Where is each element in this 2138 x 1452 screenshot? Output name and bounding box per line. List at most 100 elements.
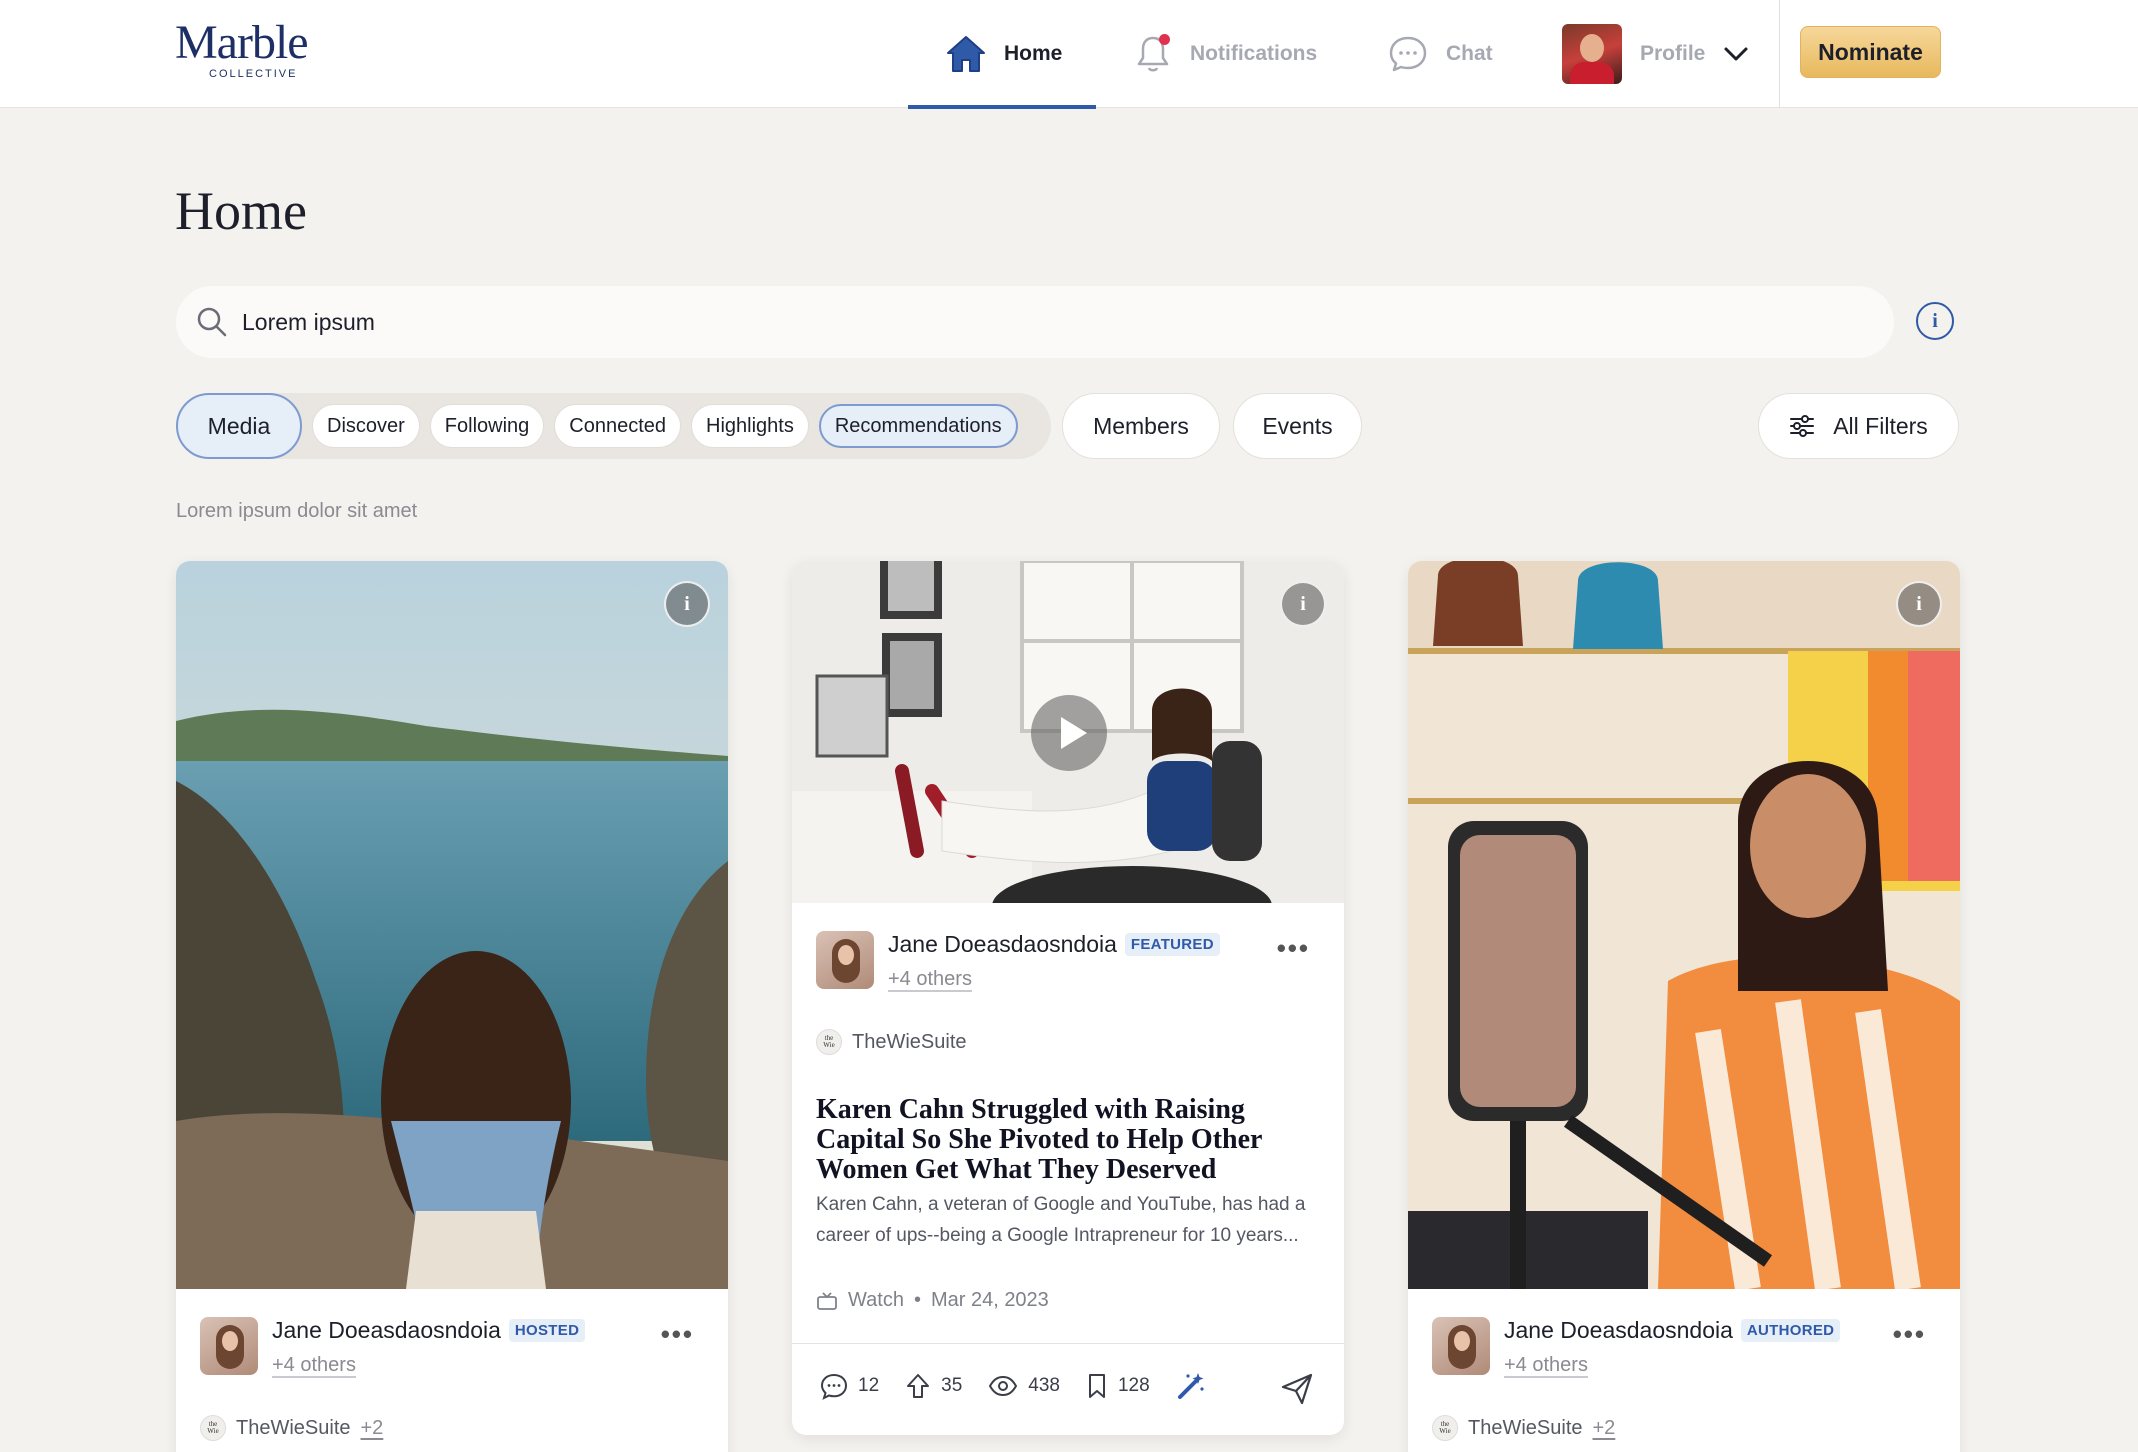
content-type-tabs: Media Discover Following Connected Highl…: [176, 393, 1051, 459]
publish-date: Mar 24, 2023: [930, 1289, 1049, 1311]
chat-icon: [1389, 36, 1427, 72]
meta-separator: •: [913, 1289, 921, 1311]
nav-chat[interactable]: Chat: [1388, 0, 1493, 108]
profile-avatar: [1562, 24, 1622, 84]
source-logo-icon: the Wie: [1432, 1415, 1458, 1441]
bookmark-icon: [1088, 1374, 1105, 1398]
upvote-button[interactable]: 35: [905, 1372, 962, 1400]
article-headline[interactable]: Karen Cahn Struggled with Raising Capita…: [816, 1095, 1326, 1185]
status-badge: AUTHORED: [1740, 1319, 1841, 1342]
more-icon[interactable]: •••: [1277, 933, 1310, 964]
chevron-down-icon[interactable]: [1723, 46, 1749, 62]
source-extra[interactable]: +2: [1593, 1417, 1616, 1440]
tab-media[interactable]: Media: [176, 393, 302, 459]
info-icon[interactable]: i: [1916, 302, 1954, 340]
top-nav: Marble COLLECTIVE Home Notifications Cha…: [0, 0, 2138, 109]
brand-name: Marble: [175, 16, 309, 69]
info-icon[interactable]: i: [1280, 581, 1326, 627]
nav-chat-label: Chat: [1446, 42, 1493, 65]
view-count: 438: [1028, 1375, 1060, 1396]
others-link[interactable]: +4 others: [1504, 1354, 1840, 1377]
upvote-count: 35: [941, 1375, 963, 1396]
source-name[interactable]: TheWieSuite: [1468, 1417, 1583, 1440]
article-meta: Watch • Mar 24, 2023: [816, 1289, 1049, 1312]
author-name[interactable]: Jane Doeasdaosndoia: [272, 1317, 501, 1344]
upvote-icon: [907, 1374, 930, 1398]
save-count: 128: [1117, 1375, 1150, 1396]
card-actions: 12 35 438 128: [820, 1371, 1206, 1401]
all-filters-button[interactable]: All Filters: [1758, 393, 1959, 459]
info-icon[interactable]: i: [664, 581, 710, 627]
comment-icon: [820, 1373, 848, 1400]
brand-subtitle: COLLECTIVE: [209, 68, 298, 80]
search-icon: [197, 307, 227, 337]
author-name[interactable]: Jane Doeasdaosndoia: [888, 931, 1117, 958]
nav-profile-label: Profile: [1640, 42, 1706, 65]
filter-icon: [1790, 415, 1815, 437]
nav-home-label: Home: [1004, 42, 1063, 65]
info-icon[interactable]: i: [1896, 581, 1942, 627]
source-row[interactable]: the Wie TheWieSuite +2: [1432, 1415, 1615, 1441]
avatar[interactable]: [816, 931, 874, 989]
media-card[interactable]: i Jane Doeasdaosndoia HOSTED +4 others •…: [176, 561, 728, 1452]
author-name[interactable]: Jane Doeasdaosndoia: [1504, 1317, 1733, 1344]
chip-connected[interactable]: Connected: [554, 404, 682, 448]
others-link[interactable]: +4 others: [272, 1354, 585, 1377]
comment-button[interactable]: 12: [820, 1372, 879, 1400]
page-title: Home: [175, 181, 307, 241]
author-row[interactable]: Jane Doeasdaosndoia FEATURED +4 others: [816, 931, 1220, 991]
others-link[interactable]: +4 others: [888, 968, 1220, 991]
source-extra[interactable]: +2: [361, 1417, 384, 1440]
media-card[interactable]: i Jane Doeasdaosndoia AUTHORED +4 others…: [1408, 561, 1960, 1452]
views-indicator: 438: [988, 1374, 1060, 1398]
tab-members[interactable]: Members: [1062, 393, 1220, 459]
media-card[interactable]: i Jane Doeasdaosndoia FEATURED +4 others…: [792, 561, 1344, 1435]
status-badge: FEATURED: [1124, 933, 1220, 956]
search-bar[interactable]: Lorem ipsum: [176, 286, 1894, 358]
home-icon: [947, 36, 985, 72]
article-description: Karen Cahn, a veteran of Google and YouT…: [816, 1194, 1306, 1246]
card-image[interactable]: i: [176, 561, 728, 1289]
search-input[interactable]: Lorem ipsum: [242, 309, 375, 336]
nav-divider: [1779, 0, 1780, 108]
source-name[interactable]: TheWieSuite: [852, 1031, 967, 1054]
play-icon[interactable]: [1029, 693, 1109, 773]
chip-highlights[interactable]: Highlights: [691, 404, 809, 448]
eye-icon: [989, 1375, 1018, 1397]
author-row[interactable]: Jane Doeasdaosndoia HOSTED +4 others: [200, 1317, 586, 1377]
nominate-button[interactable]: Nominate: [1800, 26, 1941, 78]
card-divider: [792, 1343, 1344, 1344]
chip-following[interactable]: Following: [429, 404, 545, 448]
all-filters-label: All Filters: [1833, 412, 1928, 439]
card-image[interactable]: i: [1408, 561, 1960, 1289]
card-video-thumbnail[interactable]: i: [792, 561, 1344, 903]
active-tab-indicator: [908, 105, 1096, 109]
send-icon[interactable]: [1280, 1373, 1314, 1405]
media-type: Watch: [848, 1289, 904, 1311]
bell-icon: [1136, 34, 1172, 74]
tv-icon: [817, 1291, 837, 1310]
status-badge: HOSTED: [508, 1319, 586, 1342]
source-row[interactable]: the Wie TheWieSuite: [816, 1029, 967, 1055]
source-row[interactable]: the Wie TheWieSuite +2: [200, 1415, 383, 1441]
source-logo-icon: the Wie: [200, 1415, 226, 1441]
more-icon[interactable]: •••: [661, 1319, 694, 1350]
brand-logo[interactable]: Marble COLLECTIVE: [175, 18, 325, 88]
avatar[interactable]: [200, 1317, 258, 1375]
nav-notifications-label: Notifications: [1190, 42, 1318, 65]
source-name[interactable]: TheWieSuite: [236, 1417, 351, 1440]
chip-discover[interactable]: Discover: [312, 404, 420, 448]
nav-profile[interactable]: Profile: [1562, 0, 1749, 108]
tab-events[interactable]: Events: [1233, 393, 1362, 459]
section-subtitle: Lorem ipsum dolor sit amet: [176, 500, 418, 522]
more-icon[interactable]: •••: [1893, 1319, 1926, 1350]
bookmark-button[interactable]: 128: [1086, 1373, 1150, 1399]
author-row[interactable]: Jane Doeasdaosndoia AUTHORED +4 others: [1432, 1317, 1841, 1377]
nav-notifications[interactable]: Notifications: [1136, 0, 1317, 108]
nav-home[interactable]: Home: [908, 0, 1096, 109]
avatar[interactable]: [1432, 1317, 1490, 1375]
magic-wand-icon[interactable]: [1176, 1371, 1206, 1401]
notification-dot: [1159, 34, 1170, 45]
comment-count: 12: [858, 1375, 880, 1396]
chip-recommendations[interactable]: Recommendations: [818, 404, 1018, 448]
